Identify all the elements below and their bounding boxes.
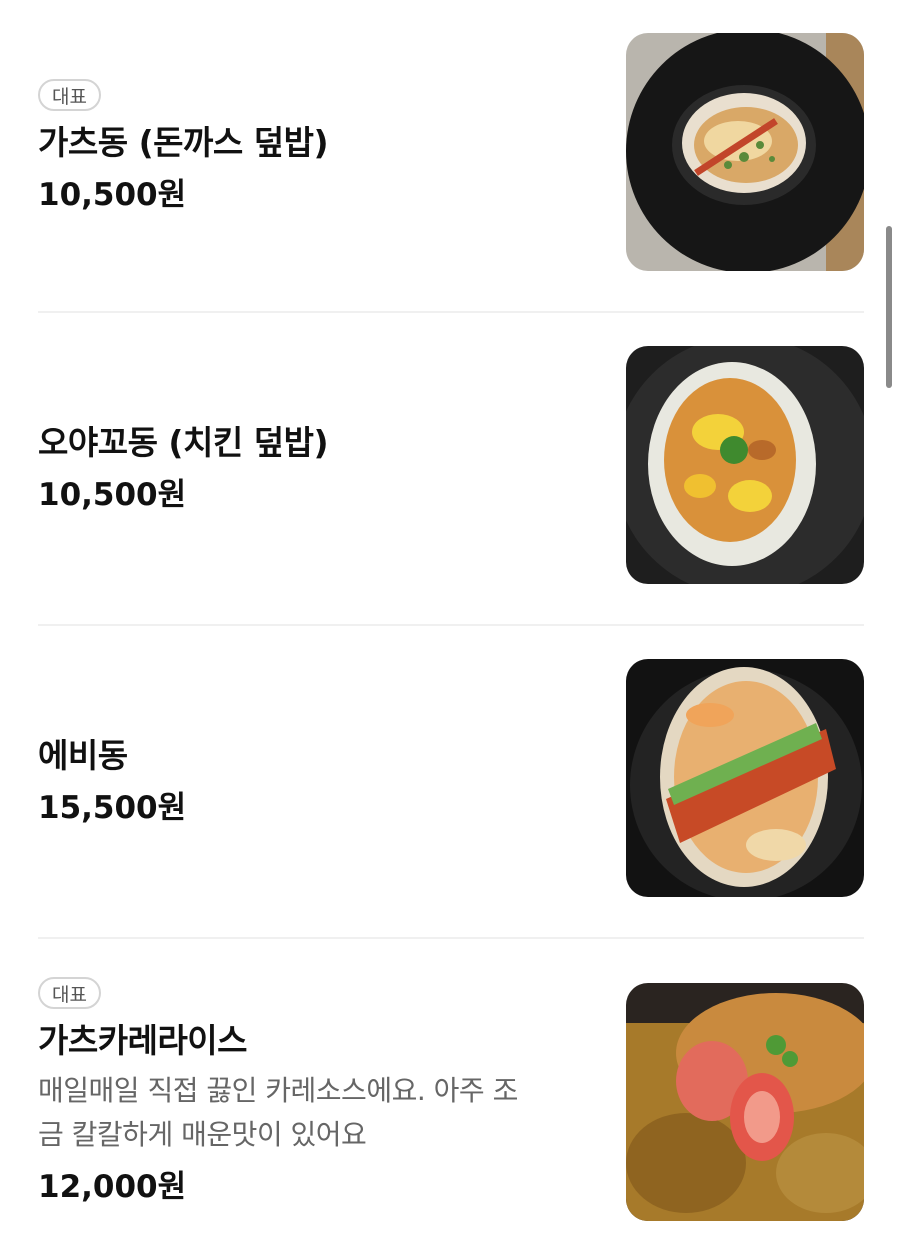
description-line: 금 칼칼하게 매운맛이 있어요 (38, 1118, 367, 1151)
menu-list: 대표 가츠동 (돈까스 덮밥) 10,500원 오야꼬동 (치킨 덮밥) 10,… (38, 0, 864, 1252)
menu-item-price: 15,500원 (38, 790, 187, 826)
menu-item-description: 매일매일 직접 끓인 카레소스에요. 아주 조 금 칼칼하게 매운맛이 있어요 (38, 1069, 598, 1157)
katsudon-image (626, 33, 864, 271)
vertical-scrollbar[interactable] (886, 226, 892, 388)
katsu-curry-rice-photo[interactable] (626, 983, 864, 1221)
menu-item-info: 대표 가츠동 (돈까스 덮밥) 10,500원 (38, 79, 598, 217)
menu-item-price: 10,500원 (38, 177, 187, 213)
signature-badge: 대표 (38, 79, 101, 111)
menu-item-katsu-curry-rice[interactable]: 대표 가츠카레라이스 매일매일 직접 끓인 카레소스에요. 아주 조 금 칼칼하… (38, 939, 864, 1252)
menu-item-price: 12,000원 (38, 1169, 187, 1205)
menu-item-info: 오야꼬동 (치킨 덮밥) 10,500원 (38, 421, 598, 517)
menu-item-info: 에비동 15,500원 (38, 734, 598, 830)
menu-item-price: 10,500원 (38, 477, 187, 513)
menu-item-name: 가츠카레라이스 (38, 1021, 248, 1060)
menu-item-katsudon[interactable]: 대표 가츠동 (돈까스 덮밥) 10,500원 (38, 0, 864, 313)
menu-item-oyakodon[interactable]: 오야꼬동 (치킨 덮밥) 10,500원 (38, 313, 864, 626)
menu-item-name: 오야꼬동 (치킨 덮밥) (38, 423, 329, 462)
katsudon-photo[interactable] (626, 33, 864, 271)
ebidon-image (626, 659, 864, 897)
menu-item-info: 대표 가츠카레라이스 매일매일 직접 끓인 카레소스에요. 아주 조 금 칼칼하… (38, 977, 598, 1209)
oyakodon-image (626, 346, 864, 584)
menu-item-ebidon[interactable]: 에비동 15,500원 (38, 626, 864, 939)
signature-badge: 대표 (38, 977, 101, 1009)
ebidon-photo[interactable] (626, 659, 864, 897)
menu-item-name: 에비동 (38, 736, 128, 775)
katsu-curry-rice-image (626, 983, 864, 1221)
oyakodon-photo[interactable] (626, 346, 864, 584)
menu-item-name: 가츠동 (돈까스 덮밥) (38, 123, 329, 162)
description-line: 매일매일 직접 끓인 카레소스에요. 아주 조 (38, 1074, 518, 1107)
